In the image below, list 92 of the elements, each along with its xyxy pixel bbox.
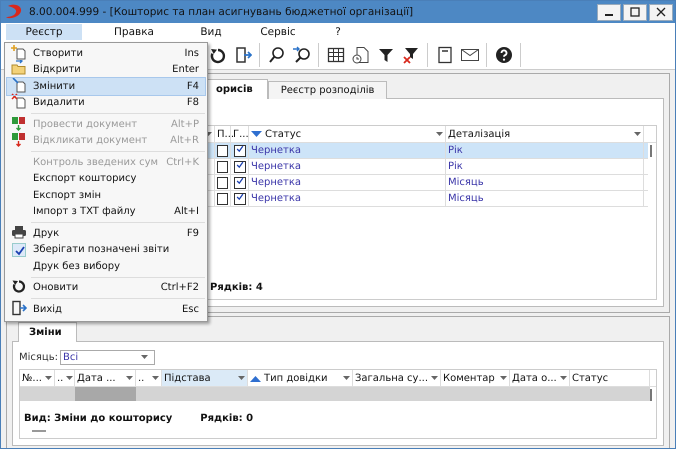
column-header[interactable]: П... <box>215 126 231 142</box>
menu-item[interactable]: Друк без вибору <box>7 258 205 274</box>
scrollbar[interactable] <box>650 389 652 401</box>
column-header[interactable]: Дата о... <box>510 370 570 386</box>
dropdown-arrow-icon[interactable] <box>431 376 438 380</box>
table-cell: Чернетка <box>249 175 446 190</box>
menu-bar-item[interactable]: ? <box>328 24 348 40</box>
row-count: Рядків: 4 <box>210 282 263 293</box>
checkbox[interactable] <box>217 160 228 172</box>
view-label: Вид: Зміни до кошторису <box>24 413 172 424</box>
column-header[interactable]: Статус <box>249 126 446 142</box>
menu-bar-item[interactable]: Сервіс <box>253 24 303 40</box>
table-cell: Місяць <box>446 175 644 190</box>
help-icon[interactable] <box>494 46 512 64</box>
scrollbar[interactable] <box>650 145 652 157</box>
printer-icon <box>11 224 27 240</box>
edit-document-icon <box>11 76 27 93</box>
month-label: Місяць: <box>19 352 58 363</box>
column-header[interactable]: .. <box>55 370 75 386</box>
document-clock-icon[interactable] <box>352 46 370 64</box>
checkbox[interactable] <box>217 192 228 204</box>
checkbox[interactable] <box>234 176 246 188</box>
table-cell: Чернетка <box>249 159 446 174</box>
open-folder-icon <box>11 60 27 76</box>
checkbox[interactable] <box>217 176 228 188</box>
row-count: Рядків: 0 <box>200 413 254 424</box>
table-cell: Місяць <box>446 191 644 206</box>
minimize-button[interactable] <box>597 4 621 20</box>
menu-item[interactable]: Видалити F8 <box>7 94 205 111</box>
mail-icon[interactable] <box>460 47 480 63</box>
column-header[interactable]: Статус <box>570 370 650 386</box>
menu-item[interactable]: Створити Ins <box>7 45 205 62</box>
dropdown-arrow-icon[interactable] <box>45 376 52 380</box>
menu-bar-item[interactable]: Вид <box>196 24 226 40</box>
dropdown-arrow-icon[interactable] <box>152 376 159 380</box>
app-logo-icon <box>5 4 23 20</box>
search-icon[interactable] <box>268 46 286 64</box>
menu-item[interactable]: Змінити F4 <box>7 78 205 94</box>
dropdown-arrow-icon[interactable] <box>560 376 567 380</box>
clear-filter-icon[interactable] <box>402 46 420 64</box>
table-cell: Рік <box>446 159 644 174</box>
dropdown-arrow-icon[interactable] <box>436 132 443 136</box>
table-cell: Рік <box>446 143 644 158</box>
dropdown-arrow-icon[interactable] <box>634 132 641 136</box>
exit-icon <box>11 300 27 316</box>
table-icon[interactable] <box>326 46 344 64</box>
dropdown-arrow-icon[interactable] <box>238 376 245 380</box>
column-header[interactable]: №... <box>20 370 55 386</box>
menu-item[interactable]: Оновити Ctrl+F2 <box>7 280 205 296</box>
close-icon <box>656 7 666 17</box>
column-header[interactable]: Г... <box>231 126 249 142</box>
menu-bar-item[interactable]: Реєстр <box>6 24 82 40</box>
dropdown-arrow-icon[interactable] <box>126 376 133 380</box>
minimize-icon <box>605 14 613 16</box>
column-header[interactable]: Деталізація <box>446 126 644 142</box>
dropdown-arrow-icon <box>141 355 148 360</box>
menu-item[interactable]: Зберігати позначені звіти <box>7 242 205 258</box>
refresh-icon[interactable] <box>208 46 226 64</box>
tab[interactable]: Реєстр розподілів <box>268 81 388 99</box>
menu-item[interactable]: Вихід Esc <box>7 301 205 318</box>
sort-ascending-icon[interactable] <box>250 374 261 382</box>
checkbox[interactable] <box>217 144 228 156</box>
sort-descending-icon[interactable] <box>251 130 262 138</box>
tab[interactable]: Зміни <box>18 322 77 342</box>
close-button[interactable] <box>649 4 673 20</box>
column-header[interactable]: Загальна су... <box>353 370 441 386</box>
table-cell: Чернетка <box>249 143 446 158</box>
checkbox[interactable] <box>234 160 246 172</box>
column-header[interactable]: Дата ... <box>75 370 136 386</box>
search-next-icon[interactable] <box>292 46 312 64</box>
maximize-button[interactable] <box>623 4 647 20</box>
column-header[interactable]: Тип довідки <box>248 370 353 386</box>
dropdown-arrow-icon[interactable] <box>500 376 507 380</box>
refresh-icon <box>11 278 27 294</box>
maximize-icon <box>630 7 640 17</box>
tab[interactable]: орисів <box>205 79 268 99</box>
exit-icon[interactable] <box>234 46 252 64</box>
checkbox[interactable] <box>234 192 246 204</box>
menu-bar-item[interactable]: Правка <box>102 24 166 40</box>
delete-document-icon <box>11 93 27 110</box>
dropdown-arrow-icon[interactable] <box>343 376 350 380</box>
form-icon[interactable] <box>436 46 454 64</box>
dropdown-arrow-icon[interactable] <box>66 376 74 380</box>
menu-item[interactable]: Відкрити Enter <box>7 62 205 78</box>
window-title: 8.00.004.999 - [Кошторис та план асигнувань бюджетної організації] <box>29 6 414 18</box>
checkbox[interactable] <box>234 144 246 156</box>
column-header[interactable]: Підстава <box>162 370 248 386</box>
column-header[interactable]: Коментар <box>441 370 510 386</box>
table-cell: Чернетка <box>249 191 446 206</box>
month-dropdown[interactable]: Всі <box>60 350 155 365</box>
menu-item[interactable]: Друк F9 <box>7 225 205 242</box>
filter-icon[interactable] <box>376 46 394 64</box>
